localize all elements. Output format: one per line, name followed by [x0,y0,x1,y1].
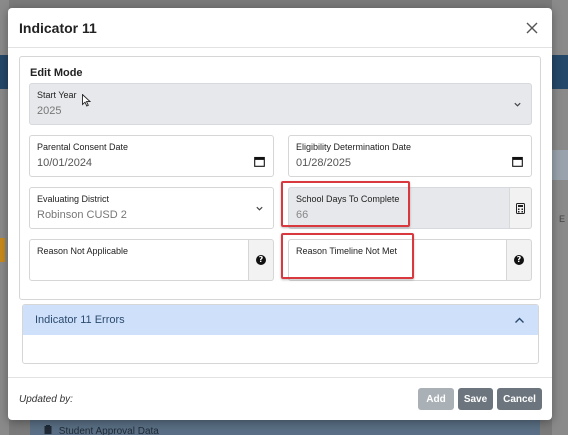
indicator-errors-header[interactable]: Indicator 11 Errors [23,305,538,335]
reason-not-applicable-help-button[interactable]: ? [249,239,274,281]
modal-title: Indicator 11 [19,19,97,36]
chevron-up-icon [515,317,524,323]
question-circle-icon: ? [256,255,266,265]
parental-consent-date-value: 10/01/2024 [37,157,93,169]
reason-timeline-not-met-help-button[interactable]: ? [507,239,532,281]
reason-timeline-not-met-label: Reason Timeline Not Met [296,246,398,256]
background-orange-marker [0,238,5,262]
modal-header: Indicator 11 [8,8,552,48]
updated-by-label: Updated by: [19,393,73,405]
parental-consent-date-label: Parental Consent Date [37,142,129,152]
close-button[interactable] [522,18,542,38]
calendar-icon[interactable] [512,156,523,167]
clipboard-icon [44,425,55,435]
reason-not-applicable-label: Reason Not Applicable [37,246,129,256]
parental-consent-date-field[interactable]: Parental Consent Date 10/01/2024 [29,135,274,177]
background-right-panel [552,150,568,180]
chevron-down-icon [514,102,521,107]
reason-not-applicable-field[interactable]: Reason Not Applicable [29,239,249,281]
close-icon [526,22,538,33]
start-year-label: Start Year [37,90,77,100]
save-button[interactable]: Save [458,388,493,410]
eligibility-determination-date-label: Eligibility Determination Date [296,142,412,152]
background-bottom-bar-label: Student Approval Data [58,426,159,435]
reason-timeline-not-met-field[interactable]: Reason Timeline Not Met [288,239,507,281]
cancel-button[interactable]: Cancel [497,388,542,410]
start-year-value: 2025 [37,105,62,117]
background-bottom-bar: Student Approval Data [30,420,540,435]
question-circle-icon: ? [514,255,524,265]
calculate-button[interactable] [510,187,532,229]
edit-mode-heading: Edit Mode [30,67,83,79]
evaluating-district-label: Evaluating District [37,194,110,204]
calculator-icon [516,202,525,214]
mouse-pointer-icon [82,94,91,107]
chevron-down-icon [256,206,263,211]
modal-footer: Updated by: Add Save Cancel [8,377,552,420]
school-days-to-complete-label: School Days To Complete [296,194,400,204]
school-days-to-complete-value: 66 [296,209,309,221]
school-days-to-complete-field: School Days To Complete 66 [288,187,510,229]
evaluating-district-value: Robinson CUSD 2 [37,209,127,221]
eligibility-determination-date-field[interactable]: Eligibility Determination Date 01/28/202… [288,135,532,177]
indicator-errors-panel: Indicator 11 Errors [22,304,539,364]
start-year-select[interactable]: Start Year 2025 [29,83,532,125]
evaluating-district-select[interactable]: Evaluating District Robinson CUSD 2 [29,187,274,229]
add-button[interactable]: Add [418,388,454,410]
background-right-text: E [558,214,565,224]
calendar-icon[interactable] [254,156,265,167]
edit-form-card: Edit Mode Start Year 2025 Parental Conse… [19,56,541,300]
indicator-errors-title: Indicator 11 Errors [35,314,125,326]
indicator-modal: Indicator 11 Edit Mode Start Year 2025 P… [8,8,552,420]
eligibility-determination-date-value: 01/28/2025 [296,157,352,169]
